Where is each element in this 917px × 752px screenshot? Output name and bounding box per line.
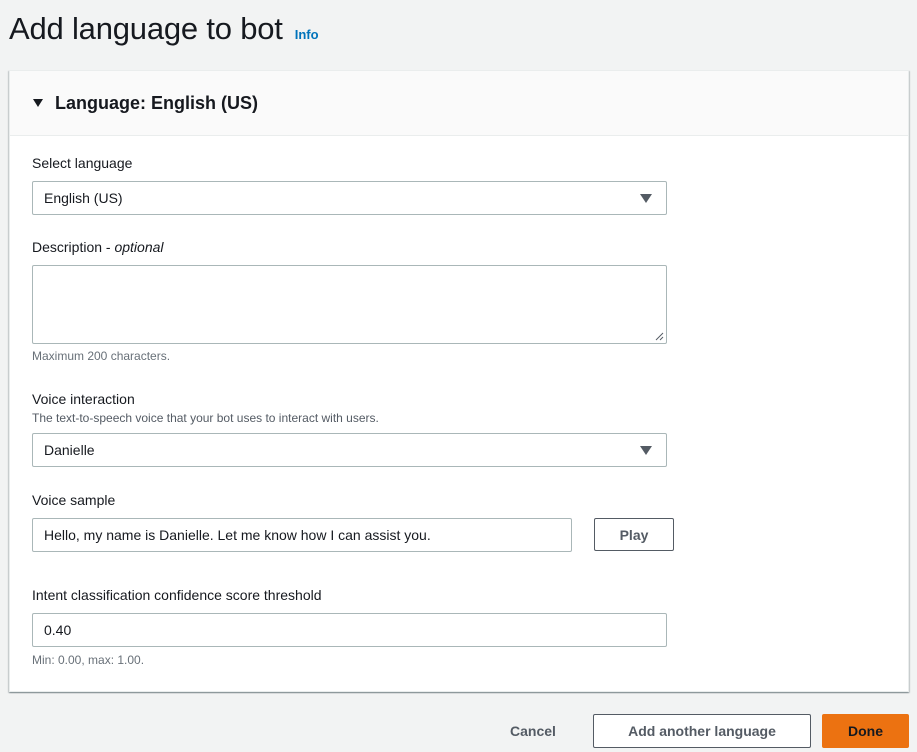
- play-button[interactable]: Play: [594, 518, 674, 551]
- description-hint: Maximum 200 characters.: [32, 349, 171, 363]
- info-link[interactable]: Info: [295, 27, 319, 42]
- description-textarea[interactable]: [32, 265, 667, 344]
- page-title: Add language to bot: [9, 11, 283, 46]
- language-panel-title: Language: English (US): [55, 92, 259, 113]
- voice-interaction-label: Voice interaction: [32, 391, 135, 407]
- description-optional-text: optional: [114, 239, 164, 255]
- select-language-label: Select language: [32, 155, 133, 171]
- dropdown-arrow-icon: [640, 446, 652, 455]
- done-button[interactable]: Done: [822, 714, 909, 748]
- cancel-button[interactable]: Cancel: [493, 714, 573, 748]
- add-language-page: Add language to bot Info Language: Engli…: [0, 0, 917, 752]
- voice-sample-label: Voice sample: [32, 492, 116, 508]
- language-panel-header[interactable]: Language: English (US): [10, 71, 908, 136]
- caret-down-icon: [33, 99, 43, 107]
- confidence-threshold-value: 0.40: [44, 622, 72, 638]
- select-language-dropdown[interactable]: English (US): [32, 181, 667, 215]
- voice-sample-input[interactable]: Hello, my name is Danielle. Let me know …: [32, 518, 572, 552]
- add-another-language-button[interactable]: Add another language: [593, 714, 811, 748]
- confidence-threshold-input[interactable]: 0.40: [32, 613, 667, 647]
- page-header: Add language to bot Info: [9, 11, 319, 47]
- confidence-threshold-hint: Min: 0.00, max: 1.00.: [32, 653, 145, 667]
- description-label-text: Description -: [32, 239, 115, 255]
- description-label: Description - optional: [32, 239, 164, 255]
- dropdown-arrow-icon: [640, 194, 652, 203]
- select-language-value: English (US): [44, 190, 123, 206]
- voice-sample-value: Hello, my name is Danielle. Let me know …: [44, 527, 431, 543]
- confidence-threshold-label: Intent classification confidence score t…: [32, 587, 322, 603]
- voice-interaction-description: The text-to-speech voice that your bot u…: [32, 411, 379, 425]
- voice-interaction-dropdown[interactable]: Danielle: [32, 433, 667, 467]
- voice-interaction-value: Danielle: [44, 442, 95, 458]
- resize-handle-icon[interactable]: [655, 332, 664, 341]
